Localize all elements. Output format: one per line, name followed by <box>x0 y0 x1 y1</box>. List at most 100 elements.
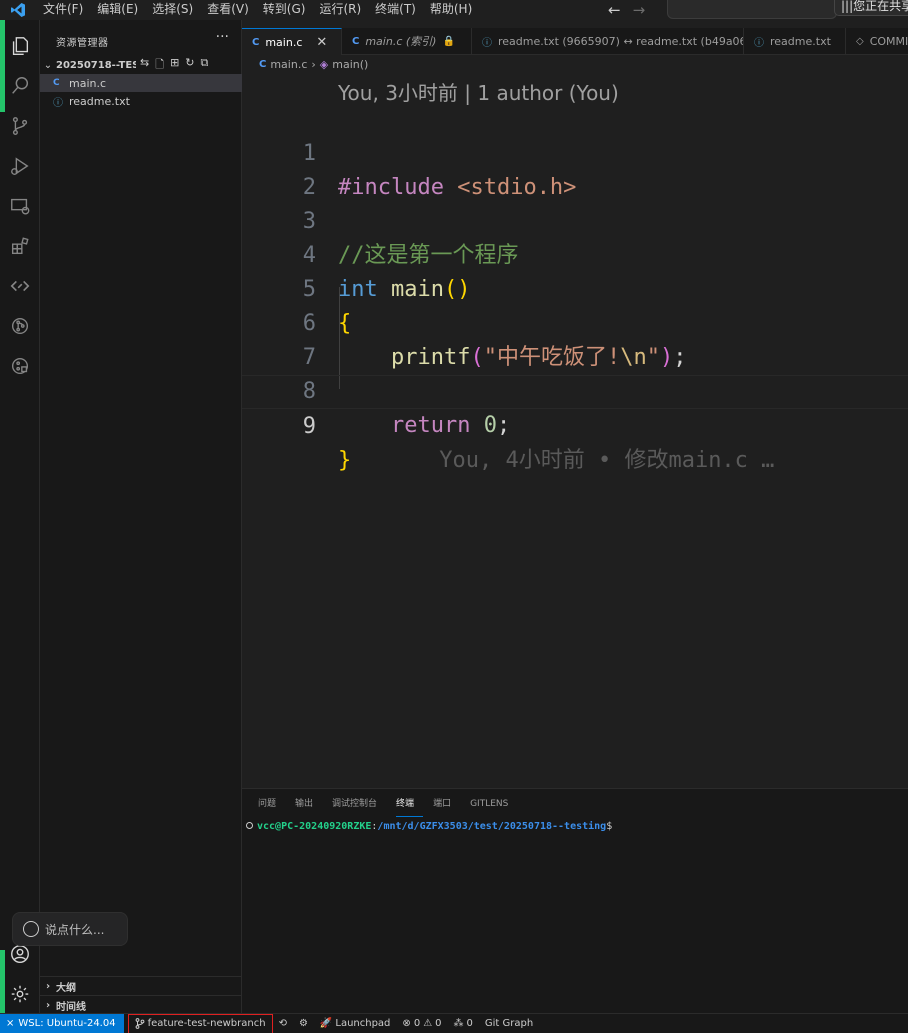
chevron-right-icon: › <box>45 981 51 992</box>
new-file-icon[interactable]: 🗋 <box>155 56 164 75</box>
menu-edit[interactable]: 编辑(E) <box>90 0 145 20</box>
launchpad-button[interactable]: 🚀 Launchpad <box>314 1018 397 1029</box>
command-decoration-icon <box>246 822 253 829</box>
menu-terminal[interactable]: 终端(T) <box>368 0 423 20</box>
gitlens-icon[interactable] <box>0 306 40 346</box>
problems-status[interactable]: ⊗ 0 ⚠ 0 <box>396 1018 447 1029</box>
collapse-all-icon[interactable]: ⧉ <box>201 56 209 75</box>
c-file-icon: C <box>53 78 60 88</box>
tab-main-c[interactable]: C main.c ✕ <box>242 28 342 55</box>
debug-status[interactable]: ⚙ <box>293 1018 314 1029</box>
menu-bar: 文件(F) 编辑(E) 选择(S) 查看(V) 转到(G) 运行(R) 终端(T… <box>36 0 479 20</box>
ports-status[interactable]: ⁂ 0 <box>448 1018 479 1029</box>
git-graph-icon[interactable] <box>0 346 40 386</box>
activity-bar <box>0 20 40 1013</box>
method-icon: ◈ <box>319 57 329 71</box>
menu-go[interactable]: 转到(G) <box>256 0 313 20</box>
sync-button[interactable]: ⟲ <box>273 1018 293 1029</box>
breadcrumb-file[interactable]: main.c <box>270 58 307 71</box>
error-count: 0 <box>413 1018 421 1029</box>
close-icon[interactable]: ✕ <box>316 35 327 50</box>
vscode-logo-icon[interactable] <box>0 0 36 20</box>
info-file-icon: ⓘ <box>482 37 492 49</box>
lock-icon: 🔒 <box>442 35 455 47</box>
tab-readme-diff[interactable]: ⓘ readme.txt (9665907) ↔ readme.txt (b49… <box>472 28 744 54</box>
terminal-prompt-symbol: $ <box>606 821 613 832</box>
title-bar: 文件(F) 编辑(E) 选择(S) 查看(V) 转到(G) 运行(R) 终端(T… <box>0 0 908 20</box>
back-arrow-icon[interactable]: ← <box>608 1 621 19</box>
timeline-section[interactable]: › 时间线 <box>40 995 242 1015</box>
tab-debug-console[interactable]: 调试控制台 <box>332 797 386 817</box>
launchpad-label: Launchpad <box>335 1018 391 1029</box>
code-line: 8 return 0; <box>242 341 908 438</box>
code-line: 2 <box>242 137 908 200</box>
tab-ports[interactable]: 端口 <box>433 797 460 817</box>
extensions-icon[interactable] <box>0 226 40 266</box>
terminal-prompt[interactable]: vcc@PC-20240920RZKE:/mnt/d/GZFX3503/test… <box>246 821 612 832</box>
command-center-search[interactable] <box>667 0 837 19</box>
code-line: 4 int main() <box>242 205 908 302</box>
commit-icon: ◇ <box>856 35 864 47</box>
code-line-current: 9 } You, 4小时前 • 修改main.c … <box>242 375 908 473</box>
bottom-panel: 问题 输出 调试控制台 终端 端口 GITLENS vcc@PC-2024092… <box>242 788 908 1013</box>
codelens-authors[interactable]: You, 3小时前 | 1 author (You) <box>338 77 619 106</box>
new-folder-icon[interactable]: ⊞ <box>170 56 179 75</box>
rocket-icon: 🚀 <box>319 1018 333 1029</box>
menu-run[interactable]: 运行(R) <box>312 0 368 20</box>
branch-indicator[interactable]: feature-test-newbranch <box>127 1013 273 1033</box>
more-actions-icon[interactable]: ··· <box>216 29 229 45</box>
remote-indicator[interactable]: ⨯ WSL: Ubuntu-24.04 <box>0 1013 124 1033</box>
tab-gitlens[interactable]: GITLENS <box>470 797 517 817</box>
tab-commit[interactable]: ◇ COMMI <box>846 28 908 54</box>
outline-section[interactable]: › 大纲 <box>40 976 242 996</box>
panel-tabs: 问题 输出 调试控制台 终端 端口 GITLENS <box>258 797 527 819</box>
workspace-folder[interactable]: ⌄ 20250718--TES... ⇆ 🗋 ⊞ ↻ ⧉ <box>40 56 242 74</box>
gitlens-inspect-icon[interactable] <box>0 266 40 306</box>
error-icon: ⊗ <box>402 1018 411 1029</box>
tab-readme[interactable]: ⓘ readme.txt <box>744 28 846 54</box>
sync-icon: ⟲ <box>278 1018 287 1029</box>
menu-selection[interactable]: 选择(S) <box>145 0 200 20</box>
return-keyword: return <box>390 413 471 438</box>
chevron-right-icon: › <box>45 1000 51 1011</box>
forward-arrow-icon[interactable]: → <box>633 1 646 19</box>
explorer-icon[interactable] <box>0 26 40 66</box>
code-editor[interactable]: You, 3小时前 | 1 author (You) 1 #include <s… <box>242 73 908 788</box>
share-status-badge[interactable]: |||您正在共享 <box>834 0 908 16</box>
compare-icon[interactable]: ⇆ <box>140 56 149 75</box>
tab-label: main.c <box>265 35 303 49</box>
settings-gear-icon[interactable] <box>0 974 40 1014</box>
menu-help[interactable]: 帮助(H) <box>423 0 479 20</box>
remote-explorer-icon[interactable] <box>0 186 40 226</box>
tab-output[interactable]: 输出 <box>295 797 322 817</box>
c-file-icon: C <box>259 58 267 70</box>
breadcrumb-symbol[interactable]: main() <box>332 58 368 71</box>
folder-name: 20250718--TES... <box>56 59 136 71</box>
chat-placeholder: 说点什么... <box>45 922 105 937</box>
menu-view[interactable]: 查看(V) <box>200 0 256 20</box>
file-item-main-c[interactable]: C main.c <box>40 74 242 92</box>
nav-arrows: ← → <box>608 0 645 20</box>
git-graph-button[interactable]: Git Graph <box>479 1018 539 1029</box>
inline-blame[interactable]: You, 4小时前 • 修改main.c … <box>439 448 774 473</box>
chat-input-pill[interactable]: 说点什么... <box>12 912 128 946</box>
c-file-icon: C <box>352 35 360 47</box>
breadcrumb: C main.c › ◈ main() <box>242 55 368 73</box>
source-control-icon[interactable] <box>0 106 40 146</box>
file-item-readme[interactable]: ⓘ readme.txt <box>40 92 242 110</box>
timeline-label: 时间线 <box>56 1002 86 1013</box>
antenna-icon: ⁂ <box>453 1018 464 1029</box>
refresh-icon[interactable]: ↻ <box>185 56 194 75</box>
outline-label: 大纲 <box>56 983 76 994</box>
smiley-icon <box>23 921 39 937</box>
run-debug-icon[interactable] <box>0 146 40 186</box>
git-graph-label: Git Graph <box>484 1018 534 1029</box>
tab-main-c-index[interactable]: C main.c (索引) 🔒 <box>342 28 472 54</box>
chevron-right-icon: › <box>311 57 316 71</box>
chevron-down-icon[interactable]: ⌄ <box>40 60 56 71</box>
menu-file[interactable]: 文件(F) <box>36 0 90 20</box>
tab-terminal[interactable]: 终端 <box>396 797 424 817</box>
tab-problems[interactable]: 问题 <box>258 797 285 817</box>
explorer-title: 资源管理器 <box>56 38 109 49</box>
search-icon[interactable] <box>0 66 40 106</box>
